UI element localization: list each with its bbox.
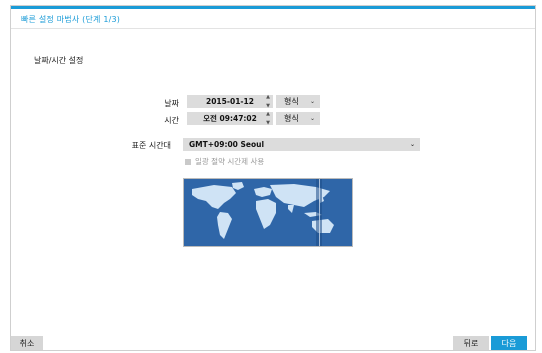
date-field[interactable]: 2015-01-12 xyxy=(187,95,273,108)
section-title: 날짜/시간 설정 xyxy=(34,56,84,65)
chevron-down-icon: ⌄ xyxy=(309,115,315,122)
date-label: 날짜 xyxy=(164,99,179,108)
spin-down-icon[interactable]: ▼ xyxy=(264,120,272,127)
chevron-down-icon: ⌄ xyxy=(309,98,315,105)
timezone-world-map[interactable] xyxy=(183,178,353,247)
time-field[interactable]: 오전 09:47:02 xyxy=(187,112,273,125)
title-accent-bar xyxy=(11,6,535,9)
dst-option: 일광 절약 시간제 사용 xyxy=(185,156,264,167)
spin-up-icon[interactable]: ▲ xyxy=(264,94,272,101)
timezone-dropdown[interactable]: GMT+09:00 Seoul ⌄ xyxy=(183,138,420,151)
cancel-button[interactable]: 취소 xyxy=(11,336,43,350)
wizard-window: 빠른 설정 마법사 (단계 1/3) 날짜/시간 설정 날짜 2015-01-1… xyxy=(10,5,536,351)
world-map-graphic xyxy=(184,179,352,246)
time-format-label: 형식 xyxy=(284,114,299,123)
timezone-value: GMT+09:00 Seoul xyxy=(189,140,265,149)
date-spinner[interactable]: ▲ ▼ xyxy=(264,94,272,110)
time-spinner[interactable]: ▲ ▼ xyxy=(264,111,272,127)
dst-label: 일광 절약 시간제 사용 xyxy=(195,157,265,166)
timezone-label: 표준 시간대 xyxy=(131,141,171,150)
title-divider xyxy=(11,28,535,29)
dst-checkbox[interactable] xyxy=(185,158,191,165)
window-title: 빠른 설정 마법사 (단계 1/3) xyxy=(21,15,121,24)
spin-up-icon[interactable]: ▲ xyxy=(264,111,272,118)
chevron-down-icon: ⌄ xyxy=(409,141,415,148)
back-button[interactable]: 뒤로 xyxy=(453,336,489,350)
date-format-dropdown[interactable]: 형식 ⌄ xyxy=(276,95,320,108)
spin-down-icon[interactable]: ▼ xyxy=(264,103,272,110)
time-format-dropdown[interactable]: 형식 ⌄ xyxy=(276,112,320,125)
date-format-label: 형식 xyxy=(284,97,299,106)
next-button[interactable]: 다음 xyxy=(491,336,527,350)
time-label: 시간 xyxy=(164,116,179,125)
